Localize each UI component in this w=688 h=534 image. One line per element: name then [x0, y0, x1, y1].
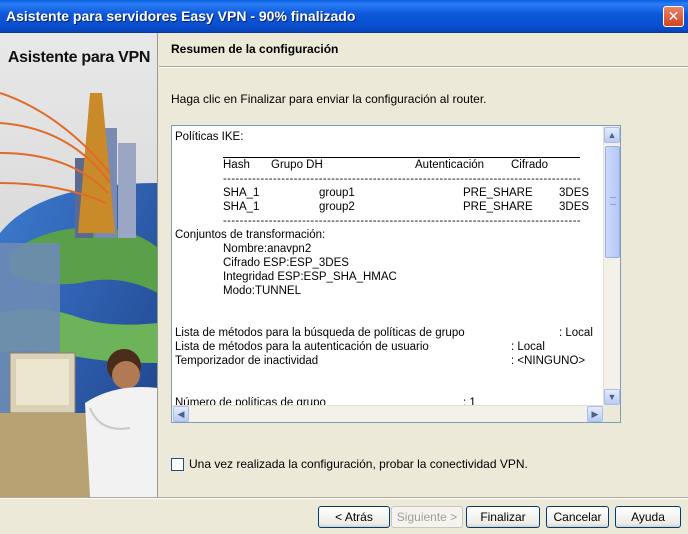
- transform-heading: Conjuntos de transformación:: [175, 229, 326, 241]
- cancel-button[interactable]: Cancelar: [546, 506, 609, 528]
- col-hash: Hash: [223, 159, 250, 171]
- horizontal-scrollbar[interactable]: ◀ ▶: [172, 405, 604, 422]
- ike-dash-rule: ----------------------------------------…: [223, 173, 580, 185]
- section-title: Resumen de la configuración: [171, 42, 339, 56]
- col-cipher: Cifrado: [511, 159, 549, 171]
- summary-content[interactable]: Políticas IKE: Hash Grupo DH Autenticaci…: [172, 126, 604, 406]
- help-button[interactable]: Ayuda: [615, 506, 681, 528]
- wizard-artwork: Asistente para VPN: [0, 33, 158, 497]
- test-connectivity-checkbox[interactable]: [171, 457, 184, 471]
- art-title: Asistente para VPN: [7, 49, 151, 66]
- next-button[interactable]: Siguiente >: [391, 506, 463, 528]
- list-item: Modo:TUNNEL: [223, 285, 301, 297]
- ike-heading: Políticas IKE:: [175, 131, 244, 143]
- footer-divider: [0, 497, 688, 499]
- ike-top-rule: [175, 144, 604, 158]
- summary-textbox[interactable]: Políticas IKE: Hash Grupo DH Autenticaci…: [171, 125, 621, 423]
- vpn-illustration-icon: [0, 33, 157, 497]
- instruction-text: Haga clic en Finalizar para enviar la co…: [171, 92, 487, 106]
- scroll-up-icon[interactable]: ▲: [604, 127, 620, 143]
- back-button[interactable]: < Atrás: [318, 506, 390, 528]
- list-item: Integridad ESP:ESP_SHA_HMAC: [223, 271, 397, 283]
- scroll-right-icon[interactable]: ▶: [587, 406, 603, 422]
- setting-row: Temporizador de inactividad : <NINGUNO>: [175, 355, 586, 367]
- ike-bottom-dash: ----------------------------------------…: [223, 215, 580, 227]
- setting-row: Lista de métodos para la búsqueda de pol…: [175, 327, 593, 339]
- scroll-left-icon[interactable]: ◀: [173, 406, 189, 422]
- content-panel: Resumen de la configuración Haga clic en…: [159, 33, 688, 497]
- table-row: SHA_1 group1 PRE_SHARE 3DES: [223, 187, 590, 199]
- test-connectivity-option[interactable]: Una vez realizada la configuración, prob…: [171, 457, 528, 471]
- header-divider: [159, 66, 688, 68]
- scroll-down-icon[interactable]: ▼: [604, 389, 620, 405]
- col-auth: Autenticación: [415, 159, 485, 171]
- vertical-scroll-thumb[interactable]: [605, 146, 620, 258]
- title-bar[interactable]: Asistente para servidores Easy VPN - 90%…: [0, 0, 688, 33]
- close-icon[interactable]: ✕: [663, 6, 684, 27]
- ike-header-row: Hash Grupo DH Autenticación Cifrado: [175, 158, 604, 172]
- vertical-scrollbar[interactable]: ▲ ▼: [603, 126, 620, 406]
- setting-row: Lista de métodos para la autenticación d…: [175, 341, 545, 353]
- window-title: Asistente para servidores Easy VPN - 90%…: [6, 8, 356, 24]
- list-item: Cifrado ESP:ESP_3DES: [223, 257, 349, 269]
- finish-button[interactable]: Finalizar: [466, 506, 540, 528]
- wizard-window: Asistente para servidores Easy VPN - 90%…: [0, 0, 688, 534]
- table-row: SHA_1 group2 PRE_SHARE 3DES: [223, 201, 590, 213]
- scroll-corner: [603, 405, 620, 422]
- col-dh-group: Grupo DH: [271, 159, 323, 171]
- list-item: Nombre:anavpn2: [223, 243, 312, 255]
- test-connectivity-label: Una vez realizada la configuración, prob…: [189, 457, 528, 471]
